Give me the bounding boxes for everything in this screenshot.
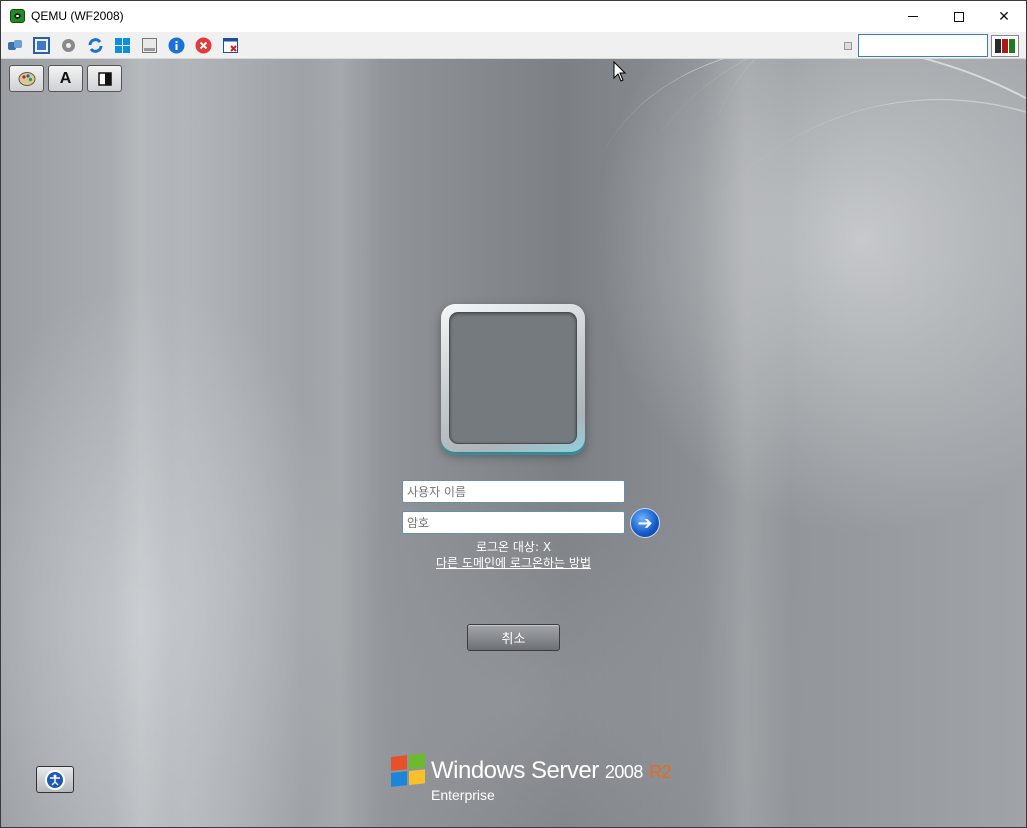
logon-target-text: 로그온 대상: X [475,540,552,554]
close-button[interactable]: ✕ [981,1,1027,32]
ease-of-access-icon [45,769,65,790]
background-band [301,59,381,827]
font-button[interactable]: A [48,65,83,92]
product-release: R2 [649,762,672,782]
username-input[interactable] [402,480,625,503]
toolbar-search-input[interactable] [858,34,988,57]
minimize-icon [908,16,918,17]
product-name-text: Windows Server [431,757,599,784]
title-bar: QEMU (WF2008) ✕ [1,1,1026,32]
console-icon[interactable] [141,37,158,54]
user-tile [441,304,585,452]
mouse-cursor-icon [613,61,627,82]
product-name: Windows Server 2008 R2 [431,757,672,785]
background-band [111,59,171,827]
other-domain-link[interactable]: 다른 도메인에 로그온하는 방법 [401,554,626,571]
logon-screen: A ➔ 로그온 대상: X 다른 도메인에 로그온하는 방법 취소 [1,59,1026,827]
submit-arrow-button[interactable]: ➔ [630,508,660,538]
color-swatch-left [995,39,1001,53]
maximize-button[interactable] [936,1,982,32]
color-swatch-middle [1002,39,1008,53]
color-swatch-right [1009,39,1015,53]
toolbar [1,32,1026,59]
palette-button[interactable] [9,65,44,92]
window-title: QEMU (WF2008) [31,9,124,23]
panel-button[interactable] [87,65,122,92]
refresh-icon[interactable] [87,37,104,54]
product-version: 2008 [604,762,644,782]
qemu-window: QEMU (WF2008) ✕ A 사용자 이름 ➔ 로그온 대상: X 다른 … [0,0,1027,828]
settings-icon[interactable] [60,37,77,54]
product-edition: Enterprise [431,787,495,803]
ease-of-access-button[interactable] [36,766,74,793]
toolbar-toggle-box[interactable] [844,42,852,50]
close-icon: ✕ [998,8,1010,24]
maximize-icon [954,11,964,22]
palette-icon [18,71,35,86]
stop-icon[interactable] [195,37,212,54]
info-icon[interactable] [168,37,185,54]
font-label: A [59,69,72,87]
arrow-right-icon: ➔ [637,512,653,533]
user-tile-picture [449,312,577,444]
panel-icon [97,71,112,86]
disconnect-icon[interactable] [222,37,239,54]
devices-icon[interactable] [6,37,23,54]
color-indicator[interactable] [991,35,1019,57]
windows-flag-icon [391,753,427,789]
windows-icon[interactable] [114,37,131,54]
qemu-app-icon [10,9,25,23]
password-input[interactable] [402,511,625,534]
minimize-button[interactable] [890,1,936,32]
fullscreen-icon[interactable] [33,37,50,54]
cancel-button[interactable]: 취소 [467,624,560,651]
